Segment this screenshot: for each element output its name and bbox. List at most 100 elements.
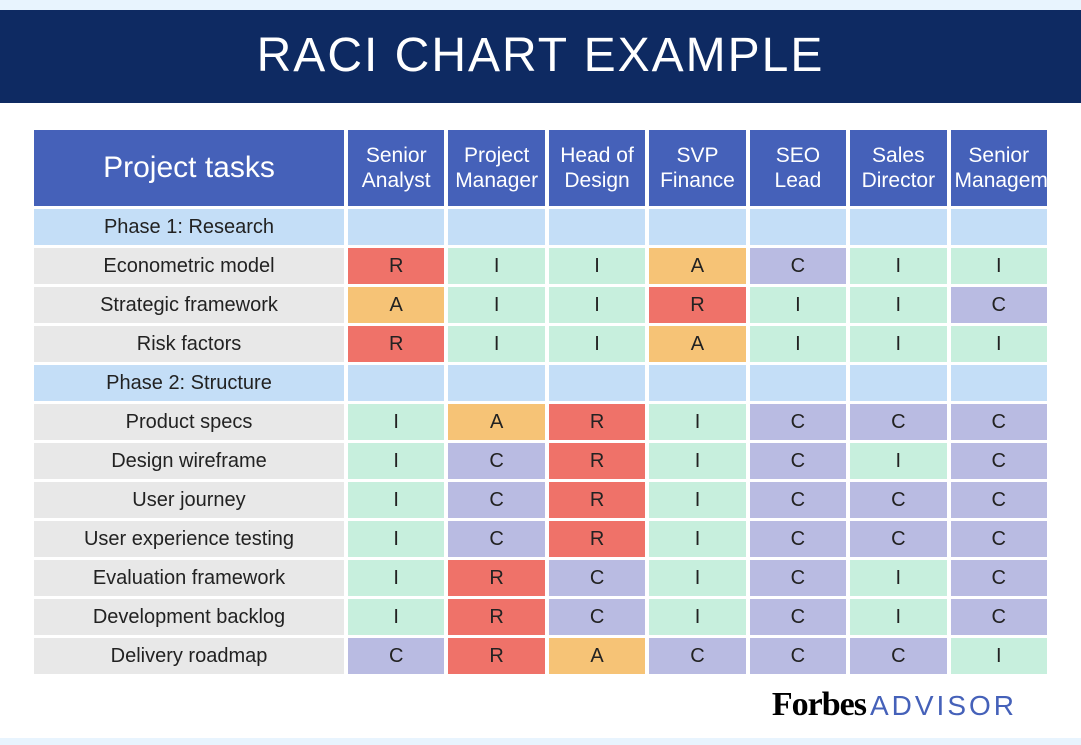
raci-cell: I	[850, 560, 946, 596]
phase-cell	[649, 209, 745, 245]
raci-cell: R	[448, 560, 544, 596]
table-row: Risk factorsRIIAIII	[34, 326, 1047, 362]
raci-cell: I	[649, 404, 745, 440]
raci-cell: I	[850, 599, 946, 635]
raci-cell: I	[649, 599, 745, 635]
task-label: Strategic framework	[34, 287, 344, 323]
table-row: Evaluation frameworkIRCICIC	[34, 560, 1047, 596]
table-container: Project tasks Senior Analyst Project Man…	[0, 103, 1081, 738]
task-label: Risk factors	[34, 326, 344, 362]
raci-cell: C	[951, 404, 1047, 440]
raci-cell: C	[750, 404, 846, 440]
header-row: Project tasks Senior Analyst Project Man…	[34, 130, 1047, 206]
phase-cell	[850, 209, 946, 245]
raci-cell: I	[448, 326, 544, 362]
raci-cell: I	[951, 248, 1047, 284]
phase-cell	[951, 209, 1047, 245]
raci-cell: C	[750, 521, 846, 557]
raci-cell: C	[448, 482, 544, 518]
raci-cell: R	[448, 599, 544, 635]
raci-cell: R	[549, 404, 645, 440]
page-title: RACI CHART EXAMPLE	[0, 28, 1081, 83]
raci-cell: R	[549, 482, 645, 518]
raci-cell: C	[348, 638, 444, 674]
task-label: User journey	[34, 482, 344, 518]
phase-cell	[448, 209, 544, 245]
task-label: Design wireframe	[34, 443, 344, 479]
raci-cell: R	[549, 443, 645, 479]
phase-cell	[549, 365, 645, 401]
phase-row: Phase 2: Structure	[34, 365, 1047, 401]
task-label: Delivery roadmap	[34, 638, 344, 674]
raci-cell: I	[348, 482, 444, 518]
raci-cell: C	[850, 521, 946, 557]
table-row: Delivery roadmapCRACCCI	[34, 638, 1047, 674]
table-row: Econometric modelRIIACII	[34, 248, 1047, 284]
raci-cell: A	[348, 287, 444, 323]
table-row: Design wireframeICRICIC	[34, 443, 1047, 479]
raci-cell: I	[649, 443, 745, 479]
raci-cell: C	[951, 287, 1047, 323]
raci-cell: C	[750, 560, 846, 596]
raci-cell: C	[549, 560, 645, 596]
raci-cell: I	[750, 287, 846, 323]
role-header: Head of Design	[549, 130, 645, 206]
raci-cell: I	[348, 560, 444, 596]
task-label: Development backlog	[34, 599, 344, 635]
raci-cell: I	[549, 248, 645, 284]
raci-cell: I	[951, 326, 1047, 362]
raci-cell: I	[649, 521, 745, 557]
raci-cell: C	[951, 599, 1047, 635]
task-label: Product specs	[34, 404, 344, 440]
raci-cell: I	[448, 248, 544, 284]
raci-table: Project tasks Senior Analyst Project Man…	[30, 127, 1051, 677]
raci-cell: A	[549, 638, 645, 674]
table-row: Strategic frameworkAIIRIIC	[34, 287, 1047, 323]
raci-cell: A	[448, 404, 544, 440]
raci-cell: C	[750, 248, 846, 284]
raci-cell: I	[649, 482, 745, 518]
raci-cell: C	[951, 560, 1047, 596]
raci-cell: I	[850, 287, 946, 323]
raci-cell: I	[649, 560, 745, 596]
table-row: Product specsIARICCC	[34, 404, 1047, 440]
raci-cell: C	[448, 521, 544, 557]
raci-cell: C	[750, 482, 846, 518]
phase-cell	[750, 209, 846, 245]
raci-cell: R	[348, 326, 444, 362]
phase-label: Phase 2: Structure	[34, 365, 344, 401]
phase-cell	[549, 209, 645, 245]
phase-label: Phase 1: Research	[34, 209, 344, 245]
raci-cell: C	[549, 599, 645, 635]
raci-cell: I	[850, 326, 946, 362]
raci-cell: I	[348, 404, 444, 440]
raci-cell: C	[951, 443, 1047, 479]
raci-cell: I	[951, 638, 1047, 674]
table-row: User journeyICRICCC	[34, 482, 1047, 518]
raci-cell: I	[348, 521, 444, 557]
raci-cell: A	[649, 248, 745, 284]
raci-cell: I	[750, 326, 846, 362]
phase-cell	[649, 365, 745, 401]
role-header: Senior Management	[951, 130, 1047, 206]
task-label: Evaluation framework	[34, 560, 344, 596]
role-header: Project Manager	[448, 130, 544, 206]
task-label: User experience testing	[34, 521, 344, 557]
brand-sub-text: ADVISOR	[870, 690, 1017, 721]
phase-cell	[750, 365, 846, 401]
raci-cell: C	[750, 443, 846, 479]
raci-cell: C	[750, 599, 846, 635]
role-header: SVP Finance	[649, 130, 745, 206]
phase-row: Phase 1: Research	[34, 209, 1047, 245]
phase-cell	[348, 209, 444, 245]
role-header: Sales Director	[850, 130, 946, 206]
role-header: SEO Lead	[750, 130, 846, 206]
table-row: Development backlogIRCICIC	[34, 599, 1047, 635]
title-banner: RACI CHART EXAMPLE	[0, 10, 1081, 103]
raci-cell: R	[549, 521, 645, 557]
footer: ForbesADVISOR	[30, 677, 1051, 724]
phase-cell	[448, 365, 544, 401]
brand-logo-text: Forbes	[772, 686, 866, 723]
raci-cell: C	[850, 404, 946, 440]
raci-cell: I	[549, 287, 645, 323]
